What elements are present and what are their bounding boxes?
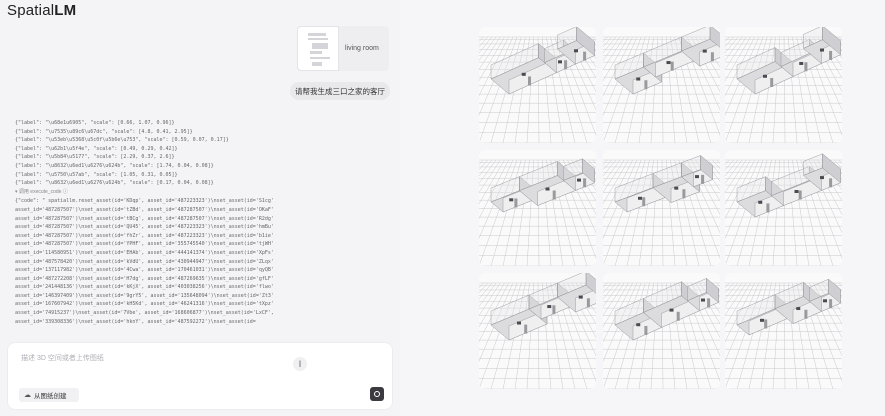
render-tile[interactable] (725, 150, 842, 266)
render-tile[interactable] (603, 27, 720, 143)
render-tile[interactable] (603, 150, 720, 266)
room-render-image (479, 273, 596, 389)
render-tile[interactable] (725, 273, 842, 389)
render-tile[interactable] (725, 27, 842, 143)
render-tile[interactable] (479, 273, 596, 389)
room-render-image (603, 277, 720, 389)
room-render-image (725, 153, 842, 266)
room-render-image (479, 158, 596, 266)
room-render-image (479, 27, 596, 143)
render-tile[interactable] (479, 150, 596, 266)
render-gallery (0, 0, 885, 416)
room-render-image (603, 27, 720, 143)
render-tile[interactable] (603, 273, 720, 389)
room-render-image (603, 155, 720, 266)
room-render-image (725, 278, 842, 389)
render-tile[interactable] (479, 27, 596, 143)
room-render-image (725, 27, 842, 143)
